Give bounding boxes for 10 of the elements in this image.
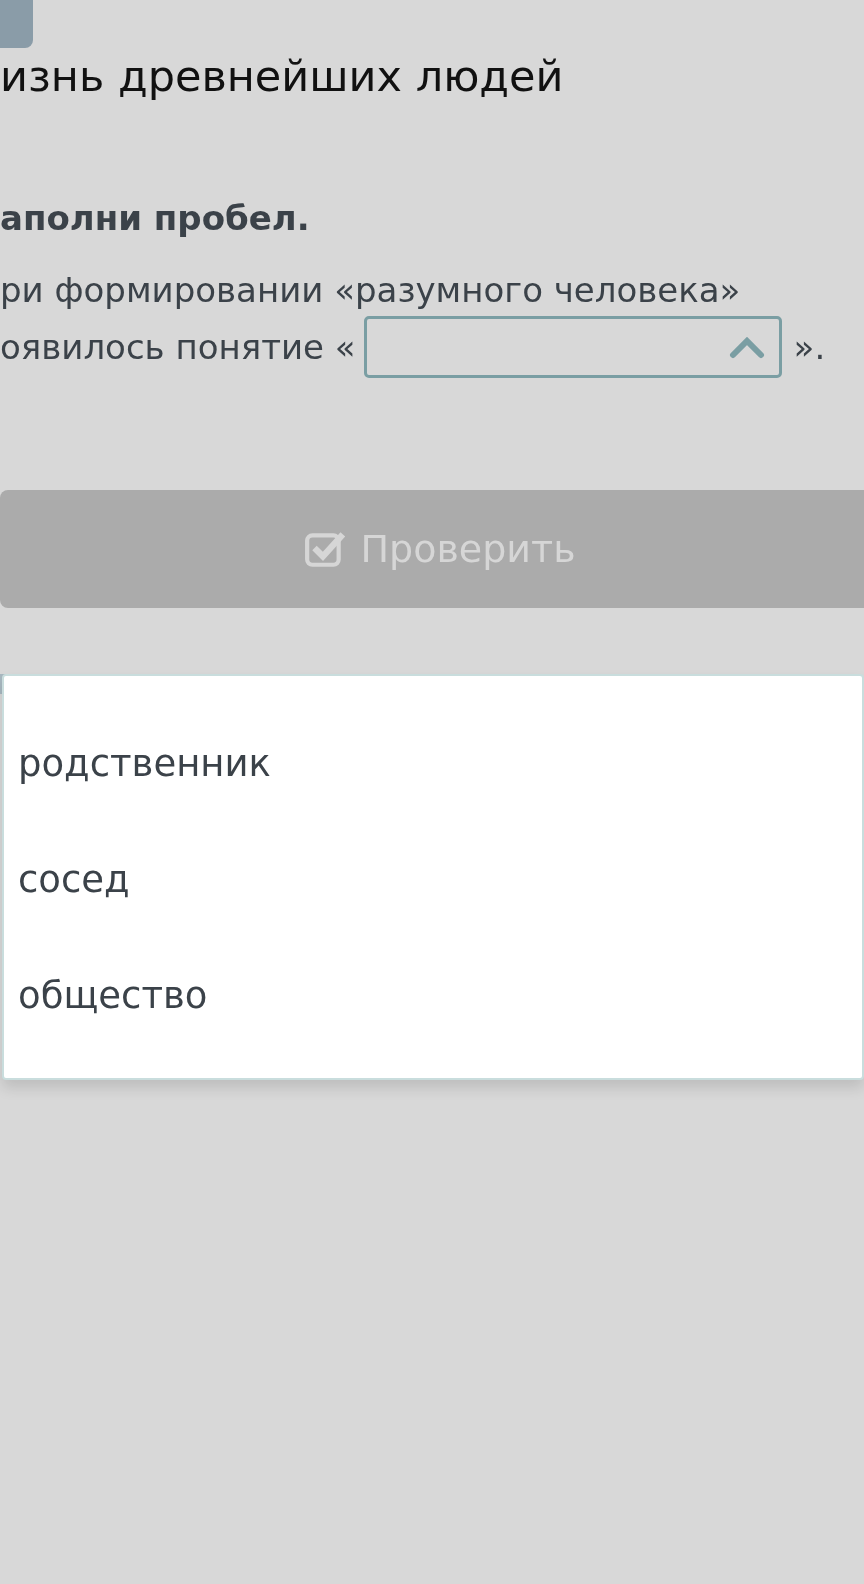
task-text: ри формировании «разумного человека» — [0, 269, 742, 312]
answer-dropdown[interactable] — [363, 316, 782, 378]
task-text: ». — [793, 327, 826, 367]
dropdown-option[interactable]: сосед — [4, 822, 862, 938]
checkbox-icon — [304, 530, 347, 568]
task-text: оявилось понятие « — [0, 327, 356, 367]
dropdown-option[interactable]: родственник — [4, 706, 862, 822]
dropdown-option[interactable]: общество — [4, 938, 862, 1054]
task-heading: аполни пробел. — [0, 197, 311, 240]
lesson-title: изнь древнейших людей — [0, 50, 564, 102]
